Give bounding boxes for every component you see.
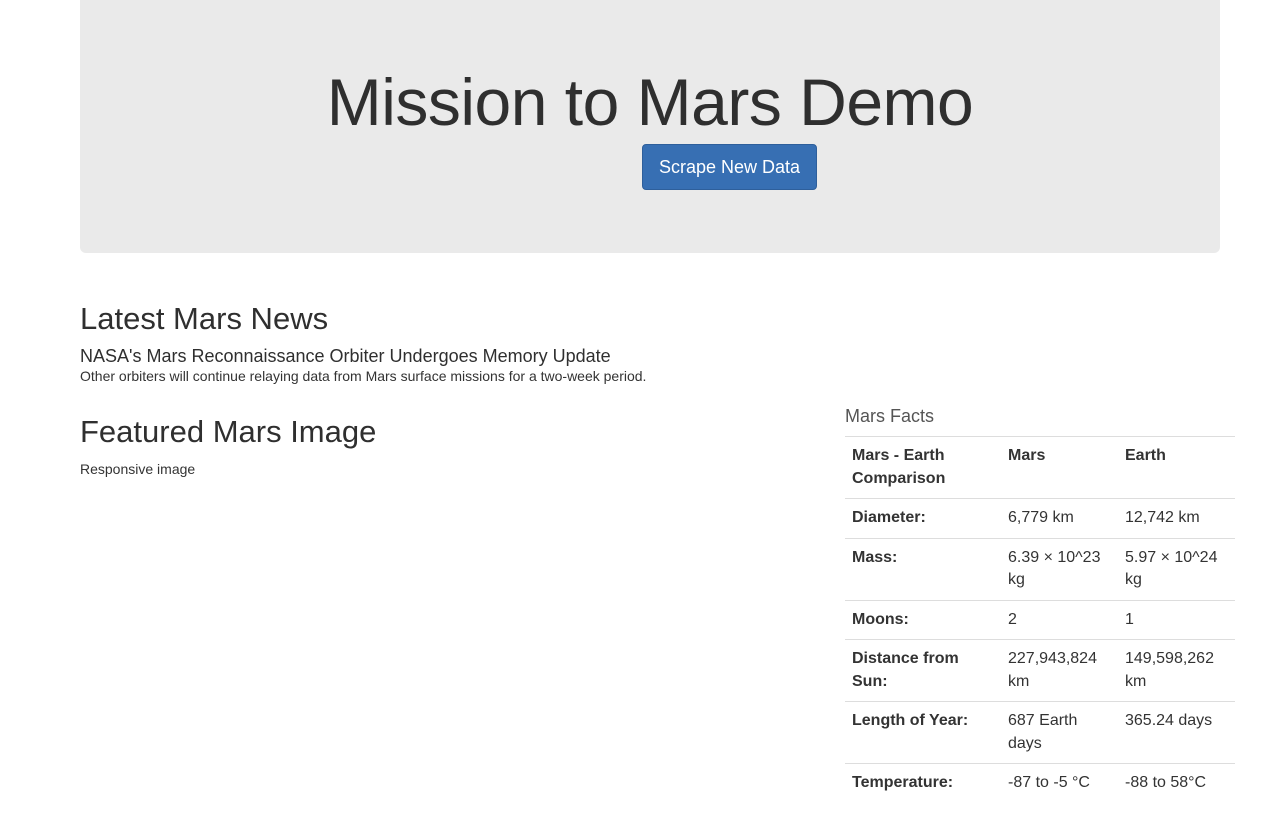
mars-value: -87 to -5 °C [1001, 763, 1118, 803]
mars-facts-table: Mars - Earth Comparison Mars Earth Diame… [845, 436, 1235, 803]
earth-value: 365.24 days [1118, 701, 1235, 764]
table-header-row: Mars - Earth Comparison Mars Earth [845, 436, 1235, 499]
table-row: Distance from Sun: 227,943,824 km 149,59… [845, 639, 1235, 702]
column-header: Earth [1118, 436, 1235, 499]
jumbotron: Mission to Mars Demo Scrape New Data [80, 0, 1220, 253]
mars-value: 6,779 km [1001, 498, 1118, 538]
mars-value: 6.39 × 10^23 kg [1001, 537, 1118, 600]
earth-value: 5.97 × 10^24 kg [1118, 537, 1235, 600]
row-label: Temperature: [845, 763, 1001, 803]
earth-value: -88 to 58°C [1118, 763, 1235, 803]
earth-value: 12,742 km [1118, 498, 1235, 538]
table-row: Temperature: -87 to -5 °C -88 to 58°C [845, 763, 1235, 803]
featured-image[interactable]: Responsive image [80, 460, 195, 478]
mars-value: 2 [1001, 599, 1118, 640]
latest-news-heading: Latest Mars News [80, 301, 329, 336]
featured-image-alt-text: Responsive image [80, 461, 196, 477]
mars-value: 687 Earth days [1001, 701, 1118, 764]
news-teaser: Other orbiters will continue relaying da… [80, 368, 647, 384]
table-row: Diameter: 6,779 km 12,742 km [845, 498, 1235, 538]
table-row: Mass: 6.39 × 10^23 kg 5.97 × 10^24 kg [845, 537, 1235, 600]
row-label: Distance from Sun: [845, 639, 1001, 702]
earth-value: 149,598,262 km [1118, 639, 1235, 702]
news-title: NASA's Mars Reconnaissance Orbiter Under… [80, 346, 611, 366]
table-row: Moons: 2 1 [845, 599, 1235, 640]
mars-facts-caption: Mars Facts [845, 406, 935, 426]
row-label: Mass: [845, 537, 1001, 600]
page-title: Mission to Mars Demo [326, 65, 974, 139]
column-header: Mars - Earth Comparison [845, 436, 1001, 499]
row-label: Diameter: [845, 498, 1001, 538]
featured-image-heading: Featured Mars Image [80, 414, 377, 449]
column-header: Mars [1001, 436, 1118, 499]
table-row: Length of Year: 687 Earth days 365.24 da… [845, 701, 1235, 764]
row-label: Length of Year: [845, 701, 1001, 764]
mars-value: 227,943,824 km [1001, 639, 1118, 702]
earth-value: 1 [1118, 599, 1235, 640]
row-label: Moons: [845, 599, 1001, 640]
scrape-new-data-button[interactable]: Scrape New Data [642, 144, 817, 190]
